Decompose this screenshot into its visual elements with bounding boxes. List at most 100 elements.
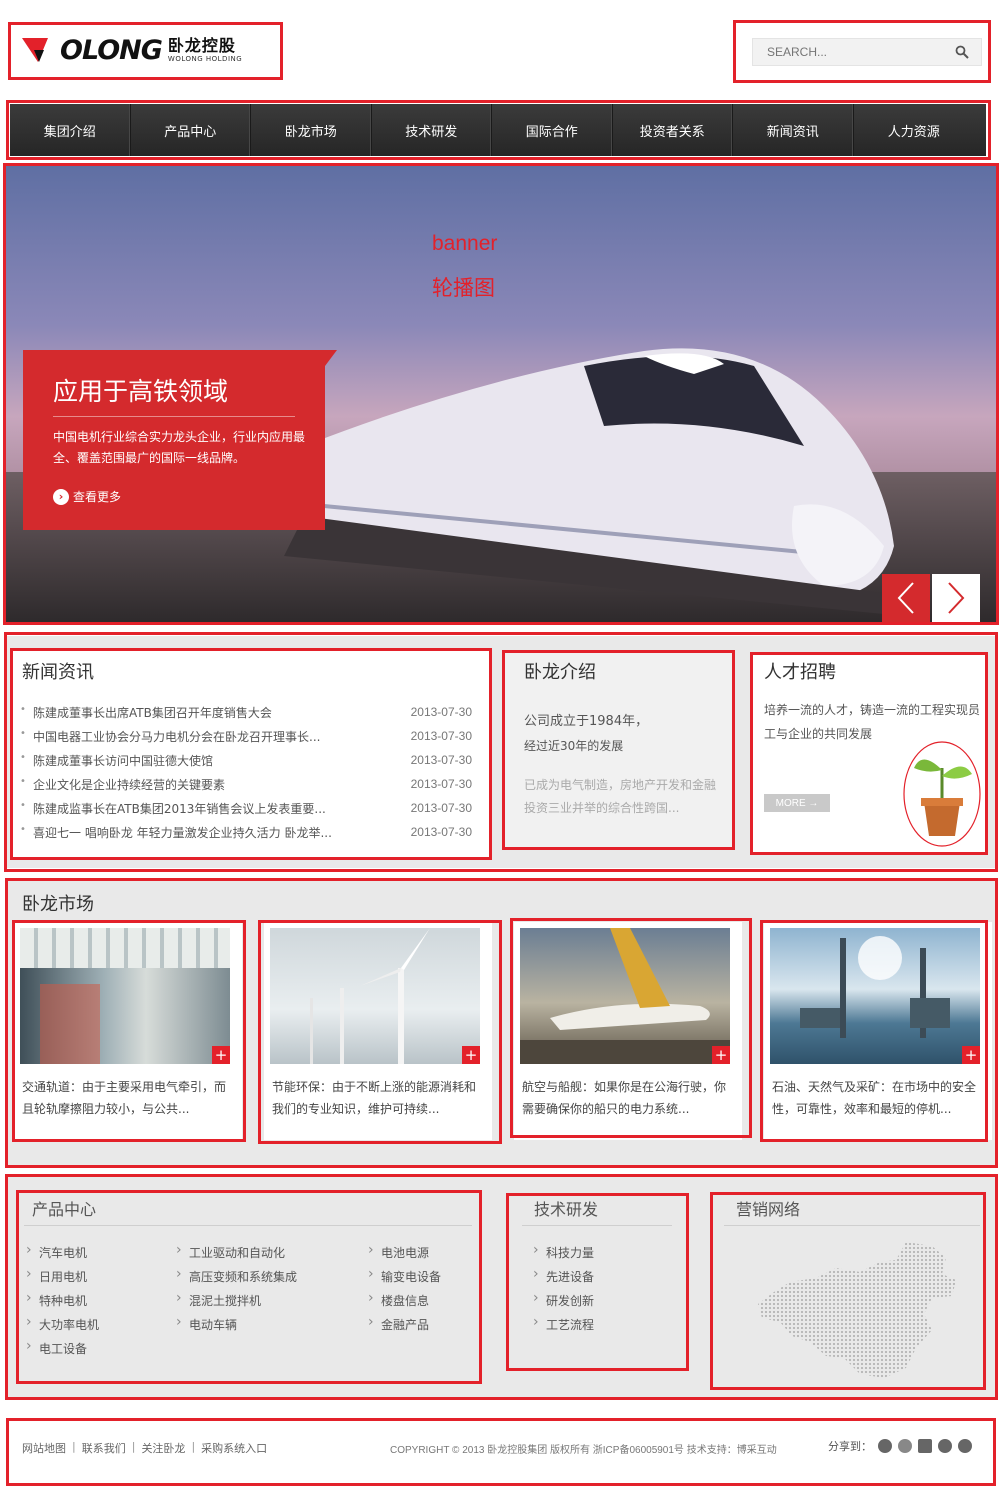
- nav-item-hr[interactable]: 人力资源: [854, 104, 975, 156]
- product-link[interactable]: 高压变频和系统集成: [176, 1266, 297, 1285]
- banner-annotation-1: banner: [432, 232, 498, 255]
- market-card-text: 石油、天然气及采矿：在市场中的安全性，可靠性，效率和最短的停机...: [772, 1080, 977, 1116]
- jobs-more-button[interactable]: MORE →: [764, 794, 830, 812]
- footer-link-follow[interactable]: 关注卧龙: [141, 1440, 185, 1456]
- chevron-left-icon: [897, 582, 914, 614]
- news-item-title: 陈建成董事长出席ATB集团召开年度销售大会: [20, 704, 272, 721]
- expand-plus-icon[interactable]: +: [712, 1046, 730, 1064]
- network-divider: [724, 1225, 980, 1226]
- nav-item-international[interactable]: 国际合作: [492, 104, 613, 156]
- plant-image-icon: [903, 741, 981, 847]
- jobs-panel: 人才招聘 培养一流的人才，铸造一流的工程实现员工与企业的共同发展 MORE →: [752, 654, 986, 852]
- nav-item-rnd[interactable]: 技术研发: [372, 104, 492, 156]
- news-item-date: 2013-07-30: [410, 777, 472, 791]
- logo-en-text: WOLONG HOLDING: [167, 54, 243, 63]
- product-link[interactable]: 金融产品: [368, 1314, 429, 1333]
- products-title: 产品中心: [32, 1200, 97, 1219]
- tech-title: 技术研发: [534, 1200, 599, 1219]
- product-link[interactable]: 电工设备: [26, 1338, 87, 1357]
- products-divider: [24, 1225, 472, 1226]
- expand-plus-icon[interactable]: +: [462, 1046, 480, 1064]
- news-item-date: 2013-07-30: [410, 753, 472, 767]
- nav-item-about[interactable]: 集团介绍: [10, 104, 131, 156]
- banner-annotation-2: 轮播图: [432, 277, 495, 300]
- news-item[interactable]: 企业文化是企业持续经营的关键要素 2013-07-30: [20, 772, 472, 796]
- search-input[interactable]: [767, 45, 942, 59]
- jobs-title: 人才招聘: [764, 662, 836, 683]
- market-card-oil[interactable]: + 石油、天然气及采矿：在市场中的安全性，可靠性，效率和最短的停机...: [764, 922, 992, 1140]
- product-link[interactable]: 大功率电机: [26, 1314, 99, 1333]
- banner-more-label: 查看更多: [73, 490, 122, 504]
- nav-item-market[interactable]: 卧龙市场: [251, 104, 372, 156]
- product-link[interactable]: 日用电机: [26, 1266, 87, 1285]
- news-item[interactable]: 陈建成董事长访问中国驻德大使馆 2013-07-30: [20, 748, 472, 772]
- oil-rig-graphic: [800, 936, 950, 1038]
- expand-plus-icon[interactable]: +: [962, 1046, 980, 1064]
- footer-link-procurement[interactable]: 采购系统入口: [201, 1440, 267, 1456]
- news-item-date: 2013-07-30: [410, 801, 472, 815]
- search-box: [752, 38, 982, 66]
- banner-title: 应用于高铁领域: [53, 377, 229, 406]
- banner-more-link[interactable]: › 查看更多: [53, 488, 121, 505]
- news-item[interactable]: 陈建成董事长出席ATB集团召开年度销售大会 2013-07-30: [20, 700, 472, 724]
- tech-link[interactable]: 先进设备: [533, 1266, 594, 1285]
- news-item-title: 陈建成监事长在ATB集团2013年销售会议上发表重要...: [20, 800, 326, 817]
- logo-cn-text: 卧龙控股: [167, 35, 236, 55]
- renren-icon[interactable]: [938, 1439, 952, 1453]
- tech-link[interactable]: 研发创新: [533, 1290, 594, 1309]
- logo[interactable]: OLONG 卧龙控股 WOLONG HOLDING: [22, 30, 268, 70]
- main-nav: 集团介绍 产品中心 卧龙市场 技术研发 国际合作 投资者关系 新闻资讯 人力资源: [10, 104, 986, 156]
- market-card-text: 交通轨道：由于主要采用电气牵引，而且轮轨摩擦阻力较小，与公共...: [22, 1080, 227, 1116]
- logo-cn-block: 卧龙控股 WOLONG HOLDING: [167, 35, 243, 63]
- tech-link[interactable]: 科技力量: [533, 1242, 594, 1261]
- china-map-icon[interactable]: [756, 1238, 976, 1386]
- news-item-title: 企业文化是企业持续经营的关键要素: [20, 776, 225, 793]
- news-item[interactable]: 陈建成监事长在ATB集团2013年销售会议上发表重要... 2013-07-30: [20, 796, 472, 820]
- product-link[interactable]: 特种电机: [26, 1290, 87, 1309]
- tech-link[interactable]: 工艺流程: [533, 1314, 594, 1333]
- about-line-1: 公司成立于1984年，: [524, 714, 649, 729]
- expand-plus-icon[interactable]: +: [212, 1046, 230, 1064]
- product-link[interactable]: 汽车电机: [26, 1242, 87, 1261]
- logo-mark-icon: [22, 38, 48, 62]
- market-card-text: 节能环保：由于不断上涨的能源消耗和我们的专业知识，维护可持续...: [272, 1080, 477, 1116]
- weibo-icon[interactable]: [878, 1439, 892, 1453]
- news-item-date: 2013-07-30: [410, 825, 472, 839]
- chevron-right-icon: ›: [53, 488, 69, 505]
- news-item[interactable]: 中国电器工业协会分马力电机分会在卧龙召开理事长... 2013-07-30: [20, 724, 472, 748]
- tencent-weibo-icon[interactable]: [898, 1439, 912, 1453]
- nav-item-products[interactable]: 产品中心: [131, 104, 251, 156]
- market-card-rail[interactable]: + 交通轨道：由于主要采用电气牵引，而且轮轨摩擦阻力较小，与公共...: [14, 922, 242, 1140]
- nav-item-news[interactable]: 新闻资讯: [733, 104, 854, 156]
- product-link[interactable]: 输变电设备: [368, 1266, 441, 1285]
- market-card-energy[interactable]: + 节能环保：由于不断上涨的能源消耗和我们的专业知识，维护可持续...: [264, 922, 492, 1140]
- news-item[interactable]: 喜迎七一 唱响卧龙 年轻力量激发企业持久活力 卧龙举... 2013-07-30: [20, 820, 472, 844]
- search-icon[interactable]: [955, 45, 969, 59]
- news-list: 陈建成董事长出席ATB集团召开年度销售大会 2013-07-30 中国电器工业协会…: [20, 700, 472, 844]
- separator: |: [131, 1440, 136, 1453]
- logo-brand-text: OLONG: [60, 34, 163, 66]
- product-link[interactable]: 电动车辆: [176, 1314, 237, 1333]
- product-link[interactable]: 混泥土搅拌机: [176, 1290, 261, 1309]
- separator: |: [191, 1440, 196, 1453]
- share-bar: 分享到：: [828, 1438, 972, 1454]
- product-link[interactable]: 楼盘信息: [368, 1290, 429, 1309]
- nav-item-investors[interactable]: 投资者关系: [613, 104, 733, 156]
- qzone-icon[interactable]: [958, 1439, 972, 1453]
- product-link[interactable]: 工业驱动和自动化: [176, 1242, 285, 1261]
- footer-link-contact[interactable]: 联系我们: [82, 1440, 126, 1456]
- market-card-aviation[interactable]: + 航空与船舰：如果你是在公海行驶，你需要确保你的船只的电力系统...: [514, 922, 742, 1140]
- carousel-next-button[interactable]: [932, 574, 980, 622]
- tech-divider: [522, 1225, 672, 1226]
- douban-icon[interactable]: [918, 1439, 932, 1453]
- carousel-prev-button[interactable]: [882, 574, 930, 622]
- share-label: 分享到：: [828, 1440, 872, 1453]
- about-title: 卧龙介绍: [524, 662, 596, 683]
- separator: |: [72, 1440, 76, 1453]
- footer-link-sitemap[interactable]: 网站地图: [22, 1440, 66, 1456]
- about-line-3: 已成为电气制造，房地产开发和金融投资三业并举的综合性跨国...: [524, 778, 717, 815]
- news-item-title: 陈建成董事长访问中国驻德大使馆: [20, 752, 213, 769]
- product-link[interactable]: 电池电源: [368, 1242, 429, 1261]
- news-item-title: 喜迎七一 唱响卧龙 年轻力量激发企业持久活力 卧龙举...: [20, 824, 332, 841]
- chevron-right-icon: [948, 582, 965, 614]
